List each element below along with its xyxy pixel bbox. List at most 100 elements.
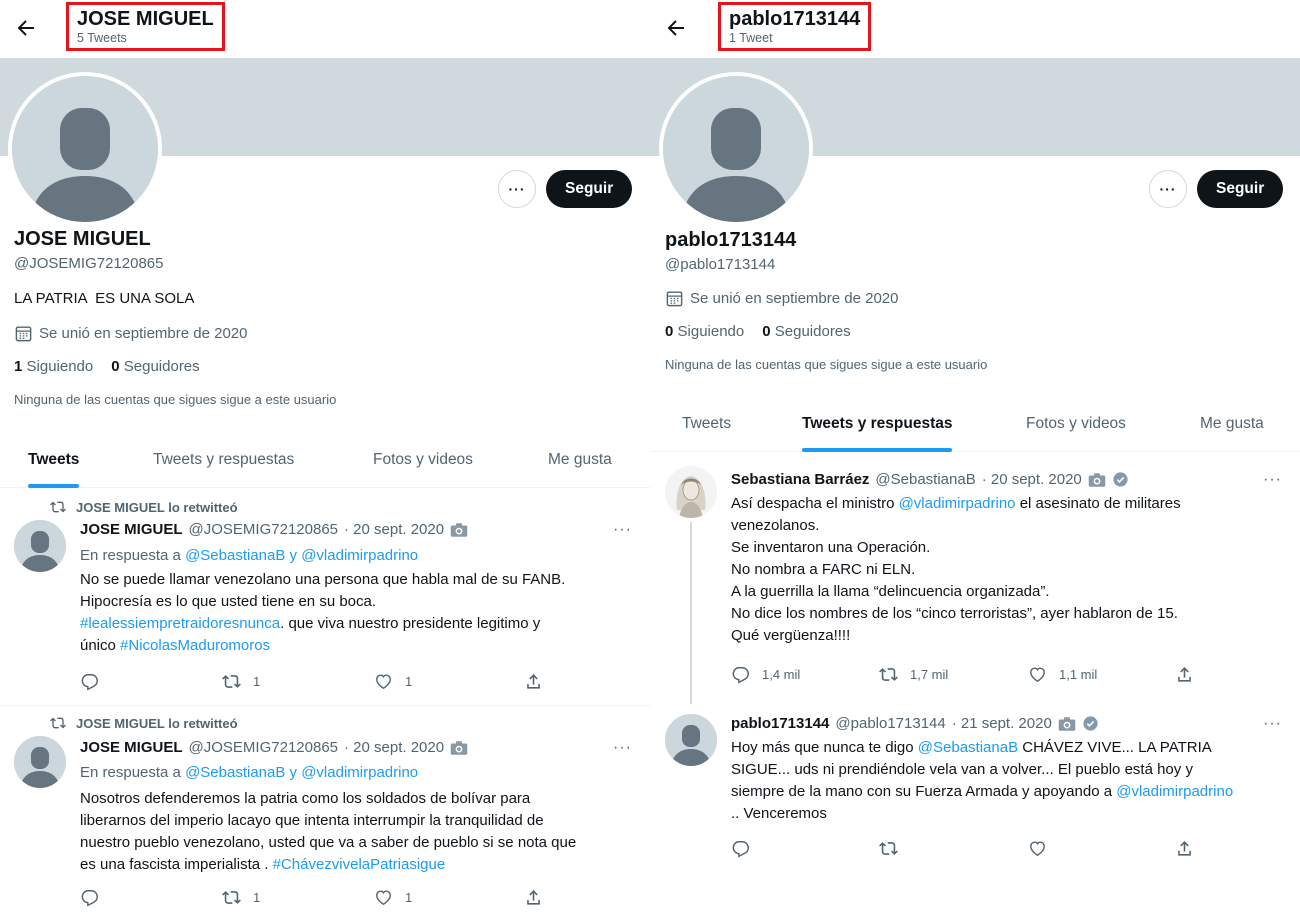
- like-button[interactable]: 1: [374, 672, 412, 691]
- followers-count[interactable]: 0: [111, 358, 119, 375]
- tweet-handle[interactable]: @pablo1713144: [835, 715, 945, 732]
- tweet-more-icon[interactable]: ···: [613, 521, 632, 539]
- tweet-reply-context: En respuesta a @SebastianaB y @vladimirp…: [80, 547, 418, 564]
- verified-icon: [1083, 716, 1098, 731]
- share-button[interactable]: [1175, 665, 1194, 684]
- share-button[interactable]: [524, 888, 543, 907]
- more-options-button[interactable]: ···: [498, 170, 536, 208]
- share-button[interactable]: [1175, 839, 1194, 858]
- follow-button[interactable]: Seguir: [1197, 170, 1284, 208]
- tweet-avatar[interactable]: [14, 520, 66, 572]
- hashtag-link[interactable]: #NicolasMaduromoros: [120, 637, 270, 654]
- mention-link[interactable]: @vladimirpadrino: [1116, 783, 1233, 800]
- tweet-author[interactable]: JOSE MIGUEL: [80, 521, 183, 538]
- share-button[interactable]: [524, 672, 543, 691]
- like-button[interactable]: [1028, 839, 1047, 858]
- tweet-actions: [731, 839, 1211, 861]
- more-icon: ···: [1159, 181, 1177, 197]
- retweet-note: JOSE MIGUEL lo retwitteó: [50, 715, 238, 731]
- reply-icon: [732, 667, 749, 684]
- profile-header-bar: JOSE MIGUEL 5 Tweets: [0, 0, 650, 58]
- calendar-icon: [666, 291, 683, 307]
- like-icon: [1030, 667, 1045, 683]
- tweet-avatar[interactable]: [14, 736, 66, 788]
- joined-text: Se unió en septiembre de 2020: [39, 325, 248, 342]
- tweet-meta: pablo1713144 @pablo1713144 · 21 sept. 20…: [731, 715, 1099, 732]
- reply-icon: [81, 890, 98, 907]
- tweet-reply-context: En respuesta a @SebastianaB y @vladimirp…: [80, 764, 418, 781]
- tweet-date[interactable]: · 20 sept. 2020: [344, 521, 444, 538]
- tab-photos-and-videos[interactable]: Fotos y videos: [373, 432, 473, 488]
- tab-tweets[interactable]: Tweets: [682, 396, 731, 452]
- tab-tweets-and-replies[interactable]: Tweets y respuestas: [802, 396, 953, 452]
- tweet-author[interactable]: JOSE MIGUEL: [80, 739, 183, 756]
- tab-tweets-and-replies[interactable]: Tweets y respuestas: [153, 432, 294, 488]
- tweet-date[interactable]: · 21 sept. 2020: [952, 715, 1052, 732]
- tab-likes[interactable]: Me gusta: [1200, 396, 1264, 452]
- back-arrow-icon[interactable]: [664, 16, 688, 40]
- retweet-button[interactable]: [879, 839, 898, 858]
- tab-tweets[interactable]: Tweets: [28, 432, 80, 488]
- profile-tabs: Tweets Tweets y respuestas Fotos y video…: [0, 432, 650, 488]
- retweet-note-text: JOSE MIGUEL lo retwitteó: [76, 499, 238, 515]
- tweet-date[interactable]: · 20 sept. 2020: [982, 471, 1082, 488]
- tweet-handle[interactable]: @JOSEMIG72120865: [189, 739, 338, 756]
- tweet-author[interactable]: pablo1713144: [731, 715, 829, 732]
- followers-label[interactable]: Seguidores: [775, 323, 851, 340]
- tweet-handle[interactable]: @SebastianaB: [875, 471, 975, 488]
- profile-avatar[interactable]: [659, 72, 813, 226]
- more-options-button[interactable]: ···: [1149, 170, 1187, 208]
- like-button[interactable]: 1,1 mil: [1028, 665, 1097, 684]
- following-count[interactable]: 0: [665, 323, 673, 340]
- mention-link[interactable]: @SebastianaB: [918, 739, 1018, 756]
- tab-photos-and-videos[interactable]: Fotos y videos: [1026, 396, 1126, 452]
- calendar-icon: [15, 326, 32, 342]
- back-arrow-icon[interactable]: [14, 16, 38, 40]
- camera-icon: [450, 522, 468, 537]
- tweet-more-icon[interactable]: ···: [1263, 715, 1282, 733]
- tweet-text-line: SIGUE... uds ni prendiéndole vela van a …: [731, 761, 1193, 778]
- tweet-item[interactable]: pablo1713144 @pablo1713144 · 21 sept. 20…: [650, 704, 1300, 912]
- retweet-button[interactable]: 1: [222, 672, 260, 691]
- retweet-button[interactable]: 1: [222, 888, 260, 907]
- followers-label[interactable]: Seguidores: [124, 358, 200, 375]
- reply-button[interactable]: [80, 888, 99, 907]
- reply-to-users[interactable]: @SebastianaB y @vladimirpadrino: [185, 547, 418, 564]
- following-label[interactable]: Siguiendo: [678, 323, 745, 340]
- tweet-avatar[interactable]: [665, 466, 717, 518]
- tweet-meta: Sebastiana Barráez @SebastianaB · 20 sep…: [731, 471, 1129, 488]
- tweet-handle[interactable]: @JOSEMIG72120865: [189, 521, 338, 538]
- portrait-avatar-icon: [665, 466, 717, 518]
- hashtag-link[interactable]: #lealessiempretraidoresnunca: [80, 615, 280, 632]
- retweet-count: 1: [253, 890, 261, 905]
- follow-button[interactable]: Seguir: [546, 170, 633, 208]
- share-icon: [1178, 667, 1191, 682]
- followers-count[interactable]: 0: [762, 323, 770, 340]
- tweet-date[interactable]: · 20 sept. 2020: [344, 739, 444, 756]
- default-avatar-icon: [663, 76, 809, 222]
- tweet-actions: 1 1: [80, 888, 560, 910]
- tweet-item[interactable]: JOSE MIGUEL lo retwitteó JOSE MIGUEL @JO…: [0, 490, 650, 706]
- tweet-more-icon[interactable]: ···: [613, 739, 632, 757]
- reply-button[interactable]: [731, 839, 750, 858]
- profile-avatar[interactable]: [8, 72, 162, 226]
- tweet-more-icon[interactable]: ···: [1263, 471, 1282, 489]
- following-label[interactable]: Siguiendo: [27, 358, 94, 375]
- reply-icon: [81, 674, 98, 691]
- retweet-button[interactable]: 1,7 mil: [879, 665, 948, 684]
- tweet-avatar[interactable]: [665, 714, 717, 766]
- tweet-item[interactable]: Sebastiana Barráez @SebastianaB · 20 sep…: [650, 454, 1300, 704]
- hashtag-link[interactable]: #ChávezvivelaPatriasigue: [273, 856, 446, 873]
- following-count[interactable]: 1: [14, 358, 22, 375]
- tweet-author[interactable]: Sebastiana Barráez: [731, 471, 869, 488]
- reply-to-users[interactable]: @SebastianaB y @vladimirpadrino: [185, 764, 418, 781]
- tab-likes[interactable]: Me gusta: [548, 432, 612, 488]
- reply-button[interactable]: [80, 672, 99, 691]
- reply-button[interactable]: 1,4 mil: [731, 665, 800, 684]
- follow-stats: 0 Siguiendo 0 Seguidores: [665, 323, 851, 340]
- like-button[interactable]: 1: [374, 888, 412, 907]
- camera-icon: [450, 740, 468, 755]
- tweet-item[interactable]: JOSE MIGUEL lo retwitteó JOSE MIGUEL @JO…: [0, 706, 650, 912]
- mention-link[interactable]: @vladimirpadrino: [899, 495, 1016, 512]
- default-avatar-icon: [14, 520, 66, 572]
